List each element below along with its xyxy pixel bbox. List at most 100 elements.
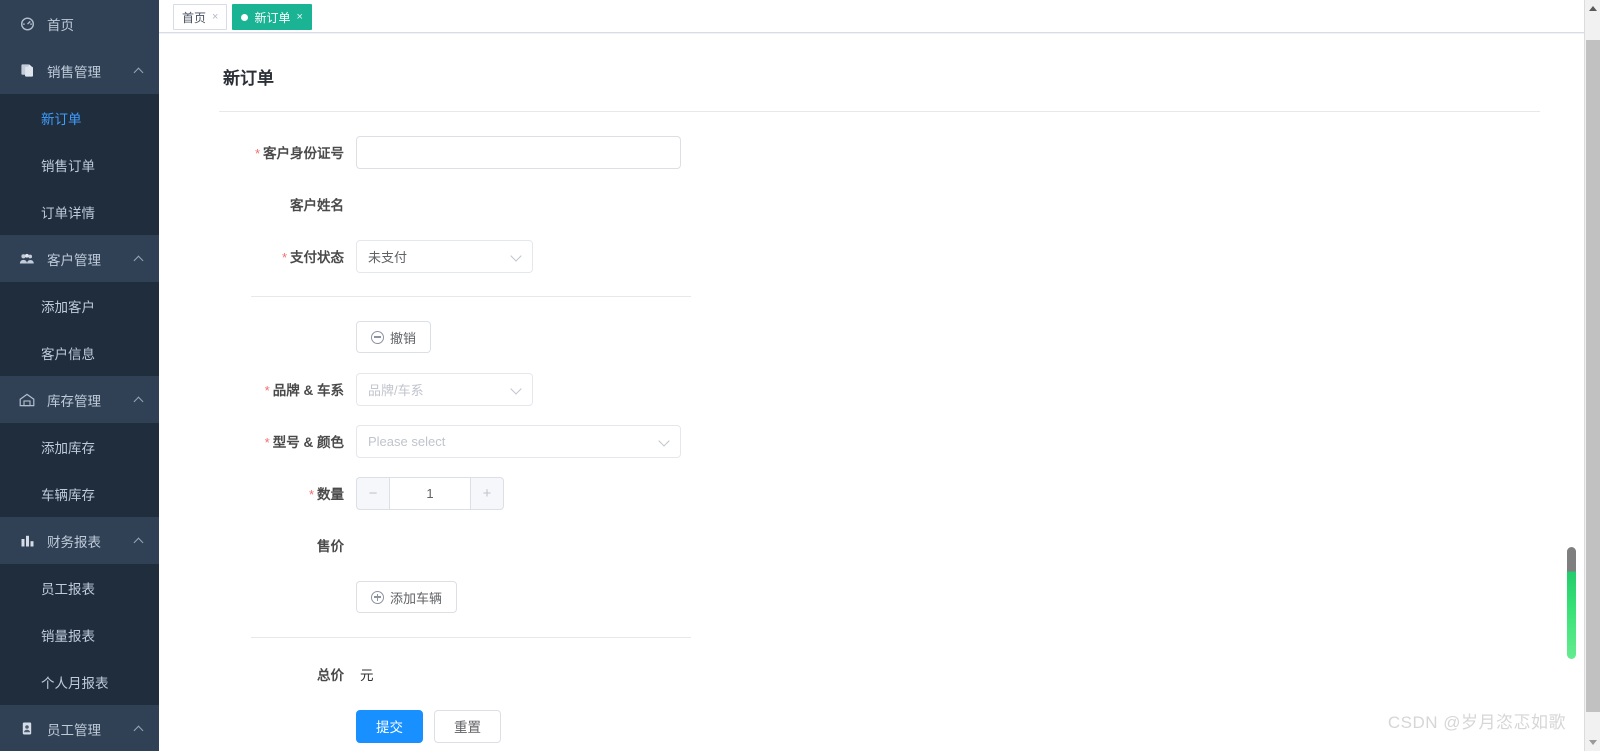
label-text: 售价 [317,539,344,554]
sidebar-submenu-customers: 添加客户 客户信息 [0,282,159,376]
page-card: 新订单 * 客户身份证号 客户姓名 * 支付状态 未支付 撤销 * 品牌 & 车… [159,34,1600,751]
required-star: * [308,487,314,502]
sidebar-item-label: 添加库存 [41,440,95,456]
sidebar-item-label: 员工报表 [41,581,95,597]
bar-chart-icon [16,534,38,548]
id-badge-icon [16,721,38,736]
content-area: 新订单 * 客户身份证号 客户姓名 * 支付状态 未支付 撤销 * 品牌 & 车… [159,34,1600,751]
sidebar-submenu-inventory: 添加库存 车辆库存 [0,423,159,517]
sidebar-item-label: 车辆库存 [41,487,95,503]
label-text: 总价 [317,668,344,683]
sidebar-item-new-order[interactable]: 新订单 [0,94,159,141]
chevron-up-icon [129,725,147,736]
sidebar-group-finance[interactable]: 财务报表 [0,517,159,564]
pay-status-select[interactable]: 未支付 [356,239,533,273]
sidebar-item-vehicle-stock[interactable]: 车辆库存 [0,470,159,517]
sidebar-item-label: 客户信息 [41,346,95,362]
sidebar-submenu-sales: 新订单 销售订单 订单详情 [0,94,159,235]
tab-home[interactable]: 首页 × [173,4,228,30]
label-text: 客户身份证号 [263,146,344,161]
warehouse-icon [16,393,38,407]
main-area: 首页 × 新订单 × 新订单 * 客户身份证号 客户姓名 * 支付状态 未支付 … [159,0,1600,751]
page-scrollbar[interactable] [1584,0,1600,751]
chevron-down-icon [659,436,670,447]
required-star: * [264,383,270,398]
page-scrollbar-thumb[interactable] [1586,40,1600,712]
sidebar-item-label: 新订单 [41,111,82,127]
inner-scrollbar-thumb[interactable] [1567,547,1576,659]
brand-series-select[interactable]: 品牌/车系 [356,372,533,406]
revoke-control: 撤销 [356,321,432,353]
sidebar-item-order-details[interactable]: 订单详情 [0,188,159,235]
model-color-label: * 型号 & 颜色 [191,431,356,451]
sidebar-item-add-customer[interactable]: 添加客户 [0,282,159,329]
sidebar-group-inventory[interactable]: 库存管理 [0,376,159,423]
scroll-down-button[interactable] [1585,734,1600,751]
sidebar: 首页 销售管理 新订单 销售订单 订单详情 客户管理 添加客户 客户信息 库存管… [0,0,159,751]
brand-series-label: * 品牌 & 车系 [191,379,356,399]
chevron-up-icon [129,255,147,266]
sidebar-item-add-stock[interactable]: 添加库存 [0,423,159,470]
form-row-model-color: * 型号 & 颜色 Please select [191,415,1568,467]
sidebar-item-sales-orders[interactable]: 销售订单 [0,141,159,188]
sidebar-item-label: 个人月报表 [41,675,109,691]
sidebar-item-personal-monthly-report[interactable]: 个人月报表 [0,658,159,705]
sidebar-item-label: 销量报表 [41,628,95,644]
sidebar-group-sales[interactable]: 销售管理 [0,47,159,94]
revoke-button[interactable]: 撤销 [356,321,432,353]
add-vehicle-control: 添加车辆 [356,581,458,613]
sidebar-group-label: 财务报表 [47,534,101,550]
customer-id-input[interactable] [356,135,681,169]
app-root: 首页 销售管理 新订单 销售订单 订单详情 客户管理 添加客户 客户信息 库存管… [0,0,1600,751]
chevron-up-icon [129,67,147,78]
tab-label: 新订单 [254,10,291,25]
label-text: 品牌 & 车系 [272,383,344,398]
sidebar-group-employees[interactable]: 员工管理 [0,705,159,751]
reset-button[interactable]: 重置 [434,709,501,743]
required-star: * [264,435,270,450]
pay-status-control: 未支付 [356,239,533,273]
quantity-stepper[interactable]: − 1 + [356,476,504,510]
label-text: 型号 & 颜色 [272,435,344,450]
quantity-value[interactable]: 1 [389,476,471,510]
plus-circle-icon [371,590,384,604]
model-color-select[interactable]: Please select [356,424,681,458]
sidebar-item-label: 添加客户 [41,299,95,315]
total-price-unit: 元 [360,668,374,683]
sidebar-group-customers[interactable]: 客户管理 [0,235,159,282]
quantity-decrease-button[interactable]: − [356,476,389,510]
close-icon[interactable]: × [212,11,218,23]
pay-status-value: 未支付 [368,249,408,265]
form-row-actions: 提交 重置 [191,700,1568,751]
required-star: * [281,250,287,265]
sidebar-group-label: 客户管理 [47,252,101,268]
sidebar-group-label: 员工管理 [47,722,101,738]
sidebar-item-label: 首页 [47,17,74,33]
sidebar-item-customer-info[interactable]: 客户信息 [0,329,159,376]
brand-series-placeholder: 品牌/车系 [368,382,424,398]
quantity-label: * 数量 [191,483,356,503]
active-dot-icon [241,13,249,21]
sidebar-group-label: 销售管理 [47,64,101,80]
customer-name-label: 客户姓名 [191,194,356,214]
chevron-down-icon [511,251,522,262]
add-vehicle-button-label: 添加车辆 [390,590,443,606]
sidebar-item-sales-report[interactable]: 销量报表 [0,611,159,658]
revoke-button-label: 撤销 [390,330,417,346]
sidebar-item-label: 订单详情 [41,205,95,221]
quantity-increase-button[interactable]: + [471,476,504,510]
sidebar-item-home[interactable]: 首页 [0,0,159,47]
pay-status-label: * 支付状态 [191,246,356,266]
required-star: * [254,146,260,161]
close-icon[interactable]: × [296,11,302,23]
add-vehicle-button[interactable]: 添加车辆 [356,581,458,613]
sidebar-item-staff-report[interactable]: 员工报表 [0,564,159,611]
tab-new-order[interactable]: 新订单 × [232,4,312,30]
form-row-customer-name: 客户姓名 [191,178,1568,230]
submit-button[interactable]: 提交 [356,709,423,743]
total-price-label: 总价 [191,664,356,684]
document-copy-icon [16,63,38,78]
form-row-sale-price: 售价 [191,519,1568,571]
actions-control: 提交 重置 [356,709,501,743]
scroll-up-button[interactable] [1585,0,1600,17]
